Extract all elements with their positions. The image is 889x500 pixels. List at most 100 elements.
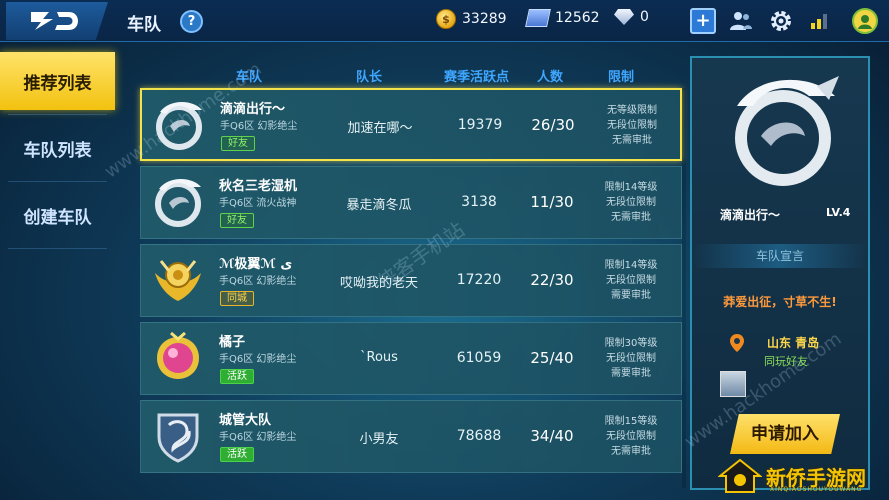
rank-limit: 无段位限制 xyxy=(606,275,656,286)
team-member-count: 34/40 xyxy=(530,427,574,445)
settings-button[interactable] xyxy=(768,8,794,34)
team-limits: 限制14等级 无段位限制 需要审批 xyxy=(591,258,671,303)
recharge-plus-button[interactable]: + xyxy=(690,8,716,34)
team-tag-badge: 同城 xyxy=(220,291,254,306)
level-limit: 无等级限制 xyxy=(607,105,657,116)
sidebar: 推荐列表 车队列表 创建车队 xyxy=(0,52,115,253)
sidebar-item-team-list[interactable]: 车队列表 xyxy=(0,119,115,177)
team-limits: 限制30等级 无段位限制 需要审批 xyxy=(591,336,671,381)
signal-indicator xyxy=(806,8,832,34)
approval-limit: 需要审批 xyxy=(611,290,651,301)
team-limits: 限制15等级 无段位限制 无需审批 xyxy=(591,414,671,459)
avatar-icon xyxy=(858,15,872,29)
speed-logo-icon xyxy=(31,12,78,30)
team-season-score: 3138 xyxy=(461,194,497,210)
coin-count: 33289 xyxy=(462,11,507,27)
team-server-info: 手Q6区 幻影绝尘 xyxy=(219,432,297,443)
team-season-score: 78688 xyxy=(456,428,502,444)
team-name: 橘子 xyxy=(219,335,246,350)
sidebar-divider xyxy=(8,248,107,249)
team-server-info: 手Q6区 幻影绝尘 xyxy=(220,121,298,132)
voucher-icon xyxy=(525,9,551,27)
level-limit: 限制14等级 xyxy=(604,182,658,193)
diamond-count: 0 xyxy=(640,9,649,25)
back-logo-button[interactable] xyxy=(6,2,108,40)
level-limit: 限制15等级 xyxy=(604,416,658,427)
team-tag-badge: 活跃 xyxy=(220,447,254,462)
panel-declaration-text: 莽爱出征，寸草不生! xyxy=(723,295,837,309)
brand-subtitle: XINQIAOSHOUYOUWANG xyxy=(770,486,863,493)
rank-limit: 无段位限制 xyxy=(606,431,656,442)
panel-declaration-heading: 车队宣言 xyxy=(692,244,868,268)
list-scrollbar[interactable] xyxy=(682,88,686,488)
team-name: 滴滴出行～ xyxy=(220,102,286,117)
team-name: 城管大队 xyxy=(219,413,272,428)
golden-wings-emblem-icon xyxy=(155,260,201,301)
team-season-score: 17220 xyxy=(456,272,502,288)
team-tag-badge: 好友 xyxy=(220,213,254,228)
diamond-balance: 0 xyxy=(614,9,649,25)
team-captain: 加速在哪～ xyxy=(347,121,413,136)
friends-icon xyxy=(730,12,752,30)
team-server-info: 手Q6区 幻影绝尘 xyxy=(219,276,297,287)
pink-jewel-emblem-icon xyxy=(157,331,199,379)
team-member-count: 11/30 xyxy=(530,193,574,211)
coin-balance: $ 33289 xyxy=(436,9,507,29)
level-limit: 限制30等级 xyxy=(604,338,658,349)
dragon-emblem-icon xyxy=(155,179,201,227)
brand-house-icon xyxy=(718,458,762,493)
team-limits: 限制14等级 无段位限制 无需审批 xyxy=(591,180,671,225)
level-limit: 限制14等级 xyxy=(604,260,658,271)
sidebar-item-recommended[interactable]: 推荐列表 xyxy=(0,52,115,110)
profile-avatar-button[interactable] xyxy=(852,8,878,34)
team-member-count: 26/30 xyxy=(531,116,575,134)
team-tag-badge: 好友 xyxy=(221,136,255,151)
approval-limit: 无需审批 xyxy=(611,212,651,223)
apply-join-button[interactable]: 申请加入 xyxy=(730,414,840,454)
column-header-members: 人数 xyxy=(537,70,564,85)
team-row[interactable]: 城管大队 手Q6区 幻影绝尘 活跃 小男友 78688 34/40 限制15等级… xyxy=(140,400,682,473)
team-season-score: 61059 xyxy=(456,350,502,366)
team-server-info: 手Q6区 流火战神 xyxy=(219,198,297,209)
team-member-count: 22/30 xyxy=(530,271,574,289)
team-name: ℳ极翼ℳ ى xyxy=(219,257,293,272)
help-button[interactable]: ? xyxy=(180,10,203,33)
team-row[interactable]: 橘子 手Q6区 幻影绝尘 活跃 ˋRous 61059 25/40 限制30等级… xyxy=(140,322,682,395)
approval-limit: 无需审批 xyxy=(611,446,651,457)
team-captain: 小男友 xyxy=(359,432,399,447)
team-name: 秋名三老湿机 xyxy=(219,179,298,194)
voucher-balance: 12562 xyxy=(525,9,600,27)
location-pin-icon xyxy=(730,334,744,352)
signal-bars-icon xyxy=(811,14,827,29)
voucher-count: 12562 xyxy=(555,10,600,26)
coin-icon: $ xyxy=(436,9,456,29)
diamond-icon xyxy=(614,9,634,25)
shield-dragon-emblem-icon xyxy=(157,413,199,463)
team-season-score: 19379 xyxy=(457,117,503,133)
rank-limit: 无段位限制 xyxy=(606,353,656,364)
column-header-captain: 队长 xyxy=(356,70,383,85)
page-title: 车队 xyxy=(127,15,161,35)
sidebar-item-create-team[interactable]: 创建车队 xyxy=(0,186,115,244)
panel-team-level: LV.4 xyxy=(826,206,851,219)
approval-limit: 需要审批 xyxy=(611,368,651,379)
dragon-emblem-large-icon xyxy=(735,76,839,186)
rank-limit: 无段位限制 xyxy=(607,120,657,131)
top-bar: 车队 ? $ 33289 12562 0 + xyxy=(0,0,889,42)
team-row[interactable]: 秋名三老湿机 手Q6区 流火战神 好友 暴走滴冬瓜 3138 11/30 限制1… xyxy=(140,166,682,239)
sidebar-divider xyxy=(8,114,107,115)
team-limits: 无等级限制 无段位限制 无需审批 xyxy=(592,103,672,148)
column-header-limits: 限制 xyxy=(608,70,635,85)
friends-button[interactable] xyxy=(728,8,754,34)
approval-limit: 无需审批 xyxy=(612,135,652,146)
team-captain: ˋRous xyxy=(360,350,398,365)
gear-icon xyxy=(771,11,791,31)
team-tag-badge: 活跃 xyxy=(220,369,254,384)
rank-limit: 无段位限制 xyxy=(606,197,656,208)
team-server-info: 手Q6区 幻影绝尘 xyxy=(219,354,297,365)
team-captain: 暴走滴冬瓜 xyxy=(346,198,412,213)
sidebar-divider xyxy=(8,181,107,182)
panel-team-name: 滴滴出行～ xyxy=(720,208,781,222)
column-header-season-score: 赛季活跃点 xyxy=(444,70,510,85)
team-member-count: 25/40 xyxy=(530,349,574,367)
